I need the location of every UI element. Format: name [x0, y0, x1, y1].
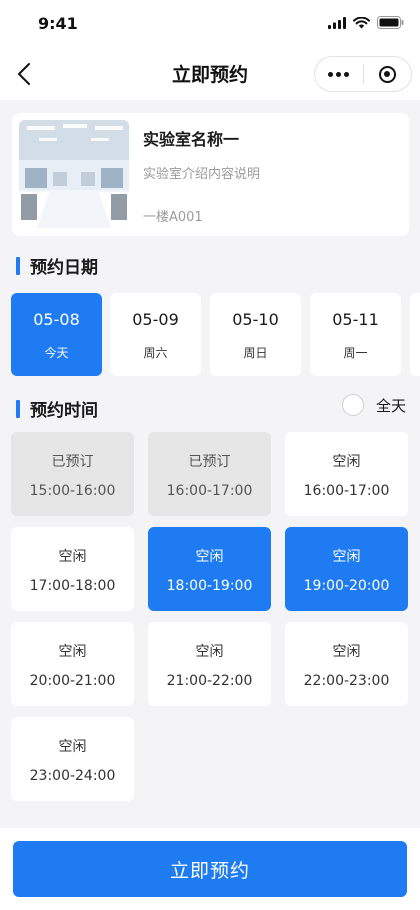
- slot-time: 19:00-20:00: [303, 578, 390, 594]
- footer-bar: 立即预约: [0, 828, 420, 910]
- time-section-title: 预约时间: [16, 396, 98, 421]
- slot-time: 21:00-22:00: [166, 673, 253, 689]
- date-section-label: 预约日期: [30, 258, 98, 278]
- slot-time: 16:00-17:00: [166, 483, 253, 499]
- slot-time: 17:00-18:00: [29, 578, 116, 594]
- lab-name: 实验室名称一: [143, 130, 240, 149]
- slot-status: 空闲: [195, 644, 224, 660]
- time-slot[interactable]: 空闲 21:00-22:00: [148, 622, 271, 706]
- lab-card[interactable]: 实验室名称一 实验室介绍内容说明 一楼A001: [12, 113, 409, 236]
- date-option-partial[interactable]: [410, 293, 420, 376]
- slot-status: 空闲: [332, 454, 361, 470]
- date-selector[interactable]: 05-08 今天 05-09 周六 05-10 周日 05-11 周一: [11, 293, 420, 377]
- more-button[interactable]: [315, 57, 363, 91]
- lab-image: [19, 120, 129, 228]
- signal-icon: [328, 16, 346, 29]
- time-slot[interactable]: 空闲 20:00-21:00: [11, 622, 134, 706]
- date-weekday: 周日: [243, 346, 268, 360]
- slot-time: 16:00-17:00: [303, 483, 390, 499]
- time-slot: 已预订 16:00-17:00: [148, 432, 271, 516]
- date-value: 05-10: [232, 310, 279, 329]
- slot-time: 22:00-23:00: [303, 673, 390, 689]
- date-value: 05-11: [332, 310, 379, 329]
- battery-icon: [377, 16, 404, 29]
- slot-time: 15:00-16:00: [29, 483, 116, 499]
- time-slot[interactable]: 空闲 18:00-19:00: [148, 527, 271, 611]
- status-bar: 9:41: [0, 0, 420, 48]
- date-option[interactable]: 05-09 周六: [110, 293, 201, 376]
- date-option[interactable]: 05-08 今天: [11, 293, 102, 376]
- lab-location: 一楼A001: [143, 210, 203, 225]
- all-day-radio[interactable]: [341, 394, 364, 416]
- date-value: 05-09: [132, 310, 179, 329]
- date-weekday: 周六: [143, 346, 168, 360]
- slot-time: 18:00-19:00: [166, 578, 253, 594]
- slot-status: 已预订: [188, 454, 231, 470]
- slot-time: 23:00-24:00: [29, 768, 116, 784]
- section-accent-bar: [16, 256, 20, 275]
- status-icons: [328, 16, 404, 29]
- date-value: 05-08: [33, 310, 80, 329]
- time-slot[interactable]: 空闲 16:00-17:00: [285, 432, 408, 516]
- submit-reservation-button[interactable]: 立即预约: [13, 841, 407, 897]
- date-option[interactable]: 05-10 周日: [210, 293, 301, 376]
- section-accent-bar: [16, 399, 20, 418]
- date-section-title: 预约日期: [16, 253, 98, 278]
- date-weekday: 今天: [44, 346, 69, 360]
- more-dots-icon: [328, 71, 350, 77]
- time-slot[interactable]: 空闲 22:00-23:00: [285, 622, 408, 706]
- slot-status: 空闲: [58, 644, 87, 660]
- slot-status: 已预订: [51, 454, 94, 470]
- slot-time: 20:00-21:00: [29, 673, 116, 689]
- date-option[interactable]: 05-11 周一: [310, 293, 401, 376]
- nav-bar: 立即预约: [0, 48, 420, 100]
- lab-description: 实验室介绍内容说明: [143, 167, 261, 182]
- close-miniprogram-button[interactable]: [364, 57, 412, 91]
- time-slot[interactable]: 空闲 17:00-18:00: [11, 527, 134, 611]
- all-day-label: 全天: [375, 396, 406, 415]
- miniprogram-capsule: [314, 56, 412, 92]
- time-section-label: 预约时间: [30, 401, 98, 421]
- status-time: 9:41: [38, 14, 78, 33]
- slot-status: 空闲: [58, 549, 87, 565]
- slot-status: 空闲: [195, 549, 224, 565]
- slot-status: 空闲: [332, 644, 361, 660]
- slot-status: 空闲: [332, 549, 361, 565]
- wifi-icon: [353, 16, 370, 28]
- all-day-toggle[interactable]: 全天: [341, 394, 406, 416]
- time-slot: 已预订 15:00-16:00: [11, 432, 134, 516]
- time-slot[interactable]: 空闲 19:00-20:00: [285, 527, 408, 611]
- target-close-icon: [378, 65, 396, 83]
- time-slot[interactable]: 空闲 23:00-24:00: [11, 717, 134, 801]
- slot-status: 空闲: [58, 739, 87, 755]
- date-weekday: 周一: [343, 346, 368, 360]
